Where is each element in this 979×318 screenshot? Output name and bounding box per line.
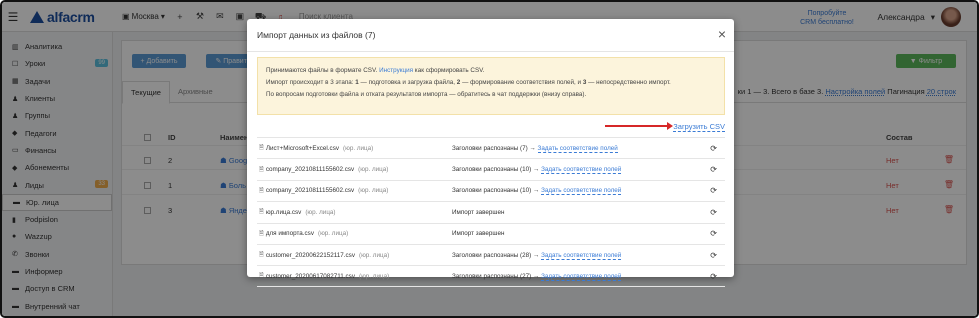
file-row: 🗎 customer_20200622152117.csv (юр. лица) За… (257, 243, 725, 265)
file-name: company_20210811155602.csv (265, 166, 355, 174)
file-row: 🗎 Лист+Microsoft+Excel.csv (юр. лица) Загол… (257, 137, 725, 158)
file-list: 🗎 Лист+Microsoft+Excel.csv (юр. лица) Загол… (257, 137, 725, 287)
status-text: Импорт завершен (452, 208, 505, 216)
status-text: Импорт завершен (452, 230, 505, 238)
notice-line-2: Импорт происходит в 3 этапа: 1 — подгото… (266, 77, 716, 89)
file-name: company_20210811155602.csv (265, 187, 355, 195)
refresh-icon[interactable]: ⟳ (710, 251, 717, 260)
file-meta: (юр. лица) (343, 144, 374, 152)
file-meta: (юр. лица) (358, 187, 389, 195)
notice-line-1: Принимаются файлы в формате CSV. Инструк… (266, 65, 716, 77)
file-row: 🗎 юр.лица.csv (юр. лица) Импорт завершен ⟳ (257, 201, 725, 222)
file-status: Импорт завершен (452, 209, 504, 216)
status-text: Заголовки распознаны (7) → (452, 144, 536, 152)
map-fields-link[interactable]: Задать соответствие полей (541, 187, 622, 196)
file-name-cell: 🗎 юр.лица.csv (юр. лица) (259, 207, 336, 217)
file-name: customer_20200622152117.csv (265, 251, 355, 259)
file-status: Заголовки распознаны (10) → Задать соотв… (452, 187, 622, 196)
file-status: Заголовки распознаны (28) → Задать соотв… (452, 251, 622, 260)
notice-text: — подготовка и загрузка файла, (360, 79, 456, 86)
refresh-icon[interactable]: ⟳ (710, 186, 717, 195)
map-fields-link[interactable]: Задать соответствие полей (541, 251, 622, 260)
notice-line-3: По вопросам подготовки файла и отката ре… (266, 91, 587, 98)
file-icon: 🗎 (259, 187, 264, 194)
file-name-cell: 🗎 company_20210811155602.csv (юр. лица) (259, 165, 388, 175)
file-name-cell: 🗎 customer_20200617082711.csv (юр. лица) (259, 271, 389, 281)
modal-header: Импорт данных из файлов (7) × (247, 19, 734, 52)
file-name: Лист+Microsoft+Excel.csv (265, 144, 339, 152)
step-number: 1 (355, 79, 359, 86)
map-fields-link[interactable]: Задать соответствие полей (541, 166, 622, 175)
red-arrow-annotation (605, 121, 673, 130)
file-row: 🗎 customer_20200617082711.csv (юр. лица) За… (257, 265, 725, 287)
refresh-icon[interactable]: ⟳ (710, 272, 717, 281)
modal-count: (7) (365, 30, 376, 40)
file-icon: 🗎 (259, 273, 264, 280)
file-status: Импорт завершен (452, 230, 504, 237)
file-meta: (юр. лица) (358, 166, 389, 174)
modal-title: Импорт данных из файлов (257, 30, 363, 40)
status-text: Заголовки распознаны (10) → (452, 187, 540, 195)
file-status: Заголовки распознаны (10) → Задать соотв… (452, 166, 622, 175)
file-status: Заголовки распознаны (7) → Задать соотве… (452, 144, 618, 153)
map-fields-link[interactable]: Задать соответствие полей (541, 272, 622, 281)
file-meta: (юр. лица) (358, 251, 390, 259)
refresh-icon[interactable]: ⟳ (710, 229, 717, 238)
notice-text: Импорт происходит в 3 этапа: (266, 79, 354, 86)
file-row: 🗎 company_20210811155602.csv (юр. лица) Заг… (257, 179, 725, 201)
file-name-cell: 🗎 Лист+Microsoft+Excel.csv (юр. лица) (259, 143, 373, 153)
instruction-link[interactable]: Инструкция (379, 67, 413, 74)
file-icon: 🗎 (259, 252, 264, 259)
file-meta: (юр. лица) (317, 230, 349, 238)
status-text: Заголовки распознаны (27) → (452, 272, 540, 280)
refresh-icon[interactable]: ⟳ (710, 165, 717, 174)
step-number: 2 (456, 79, 461, 86)
file-row: 🗎 для импорта.csv (юр. лица) Импорт заверше… (257, 222, 725, 244)
file-row: 🗎 company_20210811155602.csv (юр. лица) Заг… (257, 158, 725, 179)
status-text: Заголовки распознаны (10) → (452, 166, 540, 174)
close-icon[interactable]: × (718, 27, 726, 41)
file-status: Заголовки распознаны (27) → Задать соотв… (452, 272, 622, 281)
notice-text: как сформировать CSV. (414, 67, 485, 74)
file-meta: (юр. лица) (305, 208, 336, 216)
notice-text: Принимаются файлы в формате CSV. (266, 67, 378, 74)
map-fields-link[interactable]: Задать соответствие полей (537, 144, 618, 153)
file-name-cell: 🗎 company_20210811155602.csv (юр. лица) (259, 186, 388, 196)
file-meta: (юр. лица) (358, 272, 390, 280)
step-number: 3 (582, 79, 587, 86)
notice-text: — непосредственно импорт. (588, 79, 671, 86)
import-modal: Импорт данных из файлов (7) × Принимаютс… (247, 19, 734, 287)
notice-text: — формирование соответствия полей, и (462, 79, 582, 86)
status-text: Заголовки распознаны (28) → (452, 251, 540, 259)
file-name-cell: 🗎 customer_20200622152117.csv (юр. лица) (259, 250, 389, 260)
import-notice: Принимаются файлы в формате CSV. Инструк… (257, 57, 725, 115)
file-icon: 🗎 (259, 166, 264, 173)
file-icon: 🗎 (259, 230, 264, 237)
app-window: ☰ alfacrm ▣ Москва ▾ + ⚒ ✉ ▣ ⛟ ♫ Поиск к… (0, 0, 979, 318)
refresh-icon[interactable]: ⟳ (710, 208, 717, 217)
file-name-cell: 🗎 для импорта.csv (юр. лица) (259, 229, 348, 239)
file-name: для импорта.csv (265, 230, 314, 238)
file-icon: 🗎 (259, 209, 264, 216)
file-name: юр.лица.csv (265, 208, 302, 216)
file-name: customer_20200617082711.csv (265, 272, 355, 280)
file-icon: 🗎 (259, 145, 264, 152)
refresh-icon[interactable]: ⟳ (710, 144, 717, 153)
upload-csv-link[interactable]: Загрузить CSV (673, 122, 725, 132)
